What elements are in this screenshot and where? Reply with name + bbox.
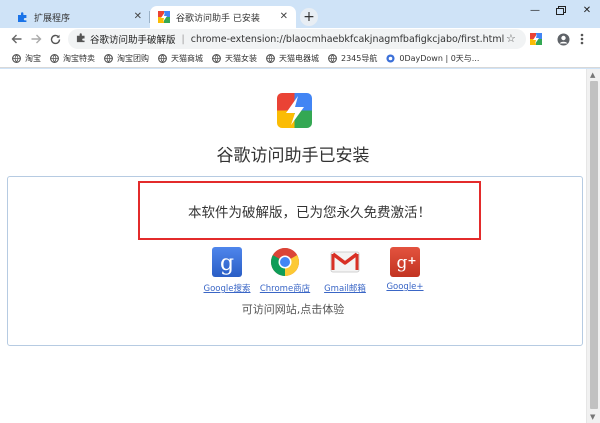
- tab-title: 扩展程序: [34, 13, 71, 24]
- bookmark-label: 2345导航: [341, 54, 378, 63]
- puzzle-icon: [16, 11, 28, 23]
- google-plus-icon: g +: [390, 247, 420, 277]
- reload-icon[interactable]: [47, 31, 63, 47]
- bookmarks-bar: 淘宝 淘宝特卖 淘宝团购 天猫商城 天猫女装 天猫电器城 2345导航 0Day…: [0, 50, 600, 68]
- bookmark-label: 0DayDown | 0天与...: [399, 54, 480, 63]
- bookmark-label: 淘宝: [25, 54, 41, 63]
- chrome-store-icon: [270, 247, 300, 277]
- globe-icon: [104, 54, 113, 63]
- globe-icon: [50, 54, 59, 63]
- globe-icon: [212, 54, 221, 63]
- puzzle-icon: [76, 32, 86, 46]
- address-separator: |: [181, 33, 185, 45]
- app-links: g Google搜索 Chrome商店 Gmail邮箱 g + Google+: [0, 247, 586, 297]
- close-icon[interactable]: ✕: [280, 11, 288, 23]
- globe-icon: [12, 54, 21, 63]
- forward-arrow-icon[interactable]: [28, 31, 44, 47]
- scroll-thumb[interactable]: [590, 81, 598, 409]
- tab-extensions[interactable]: 扩展程序 ✕: [8, 6, 150, 28]
- svg-text:+: +: [407, 254, 416, 267]
- new-tab-button[interactable]: +: [300, 8, 318, 26]
- tab-strip: 扩展程序 ✕ 谷歌访问助手 已安装 ✕ + — ✕: [0, 0, 600, 28]
- site-icon: [386, 54, 395, 63]
- bookmark-label: 天猫电器城: [279, 54, 319, 63]
- url-text: chrome-extension://blaocmhaebkfcakjnagmf…: [190, 33, 505, 45]
- google-plus-link[interactable]: g + Google+: [370, 247, 440, 292]
- google-search-icon: g: [212, 247, 242, 277]
- app-label: Google搜索: [203, 284, 251, 294]
- bookmark-label: 天猫商城: [171, 54, 203, 63]
- scroll-down-arrow-icon[interactable]: ▼: [590, 413, 595, 421]
- tab-title: 谷歌访问助手 已安装: [176, 13, 260, 24]
- close-icon[interactable]: ✕: [134, 11, 142, 23]
- gmail-icon: [330, 247, 360, 277]
- svg-text:g: g: [220, 251, 234, 275]
- extension-logo-icon: [158, 11, 170, 23]
- app-label: Google+: [386, 282, 424, 292]
- address-bar[interactable]: 谷歌访问助手破解版 | chrome-extension://blaocmhae…: [68, 29, 526, 49]
- app-label: Chrome商店: [259, 284, 311, 294]
- bookmark-star-icon[interactable]: ☆: [506, 32, 516, 45]
- visit-hint: 可访问网站,点击体验: [241, 303, 345, 316]
- maximize-icon[interactable]: [548, 0, 574, 20]
- more-menu-icon[interactable]: [575, 32, 589, 46]
- globe-icon: [266, 54, 275, 63]
- svg-text:g: g: [397, 253, 408, 273]
- vertical-scrollbar[interactable]: ▲ ▼: [586, 69, 600, 423]
- app-label: Gmail邮箱: [324, 284, 366, 294]
- bookmark-item[interactable]: 2345导航: [328, 53, 377, 64]
- bookmark-item[interactable]: 淘宝团购: [104, 53, 149, 64]
- minimize-icon[interactable]: —: [522, 0, 548, 20]
- globe-icon: [328, 54, 337, 63]
- bookmark-item[interactable]: 天猫商城: [158, 53, 203, 64]
- extension-name: 谷歌访问助手破解版: [90, 35, 176, 46]
- scroll-up-arrow-icon[interactable]: ▲: [590, 71, 595, 79]
- bookmark-label: 淘宝特卖: [63, 54, 95, 63]
- browser-toolbar: 谷歌访问助手破解版 | chrome-extension://blaocmhae…: [0, 28, 600, 50]
- extension-logo-icon: [277, 93, 312, 128]
- bookmark-item[interactable]: 天猫电器城: [266, 53, 319, 64]
- bookmark-item[interactable]: 天猫女装: [212, 53, 257, 64]
- bookmark-item[interactable]: 0DayDown | 0天与...: [386, 53, 479, 64]
- page-content: 谷歌访问助手已安装 本软件为破解版，已为您永久免费激活！ g Google搜索: [0, 69, 586, 423]
- profile-icon[interactable]: [556, 32, 570, 46]
- window-close-icon[interactable]: ✕: [574, 0, 600, 20]
- activation-notice: 本软件为破解版，已为您永久免费激活！: [188, 204, 431, 221]
- globe-icon: [158, 54, 167, 63]
- back-arrow-icon[interactable]: [8, 31, 24, 47]
- tab-access-helper[interactable]: 谷歌访问助手 已安装 ✕: [150, 6, 296, 28]
- extension-logo-icon[interactable]: [529, 32, 543, 46]
- bookmark-label: 天猫女装: [225, 54, 257, 63]
- page-title: 谷歌访问助手已安装: [216, 146, 370, 166]
- bookmark-item[interactable]: 淘宝: [12, 53, 41, 64]
- bookmark-label: 淘宝团购: [117, 54, 149, 63]
- bookmark-item[interactable]: 淘宝特卖: [50, 53, 95, 64]
